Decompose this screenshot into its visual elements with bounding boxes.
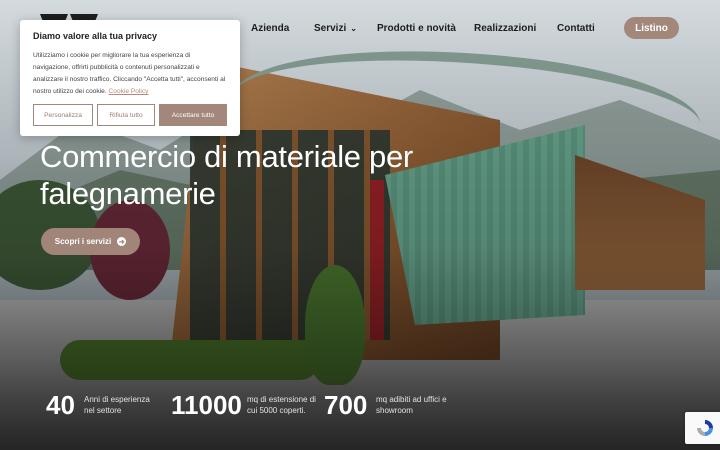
hero-title: Commercio di materiale per falegnamerie [40,139,413,211]
recaptcha-badge[interactable] [685,412,720,444]
arrow-right-icon: ➜ [117,237,127,246]
cookie-title: Diamo valore alla tua privacy [33,31,158,41]
stat-value: 700 [324,390,368,420]
cookie-banner: Diamo valore alla tua privacy Utilizziam… [20,20,240,136]
nav-item-contatti[interactable]: Contatti [557,23,595,34]
recaptcha-icon [697,420,713,436]
nav-item-servizi[interactable]: Servizi ⌄ [314,23,357,34]
discover-services-button[interactable]: Scopri i servizi ➜ [41,228,140,255]
stat-value: 40 [46,390,75,420]
cookie-policy-link[interactable]: Cookie Policy [109,88,149,95]
nav-item-realizzazioni[interactable]: Realizzazioni [474,23,536,34]
customize-button[interactable]: Personalizza [33,104,93,126]
nav-item-label: Servizi [314,23,347,34]
cta-label: Scopri i servizi [54,237,112,246]
nav-item-azienda[interactable]: Azienda [251,23,289,34]
stat-label: Anni di esperienza nel settore [84,395,150,415]
listino-button[interactable]: Listino [624,17,679,39]
cookie-text: Utilizziamo i cookie per migliorare la t… [33,50,227,98]
stat-label: mq di estensione di cui 5000 coperti. [247,395,316,415]
stat-value: 11000 [171,390,242,420]
nav-item-prodotti[interactable]: Prodotti e novità [377,23,456,34]
accept-all-button[interactable]: Accettare tutto [159,104,227,126]
cookie-buttons: Personalizza Rifiuta tutto Accettare tut… [33,104,227,126]
stat-label: mq adibiti ad uffici e showroom [376,395,447,415]
chevron-down-icon: ⌄ [350,24,357,33]
reject-all-button[interactable]: Rifiuta tutto [97,104,155,126]
